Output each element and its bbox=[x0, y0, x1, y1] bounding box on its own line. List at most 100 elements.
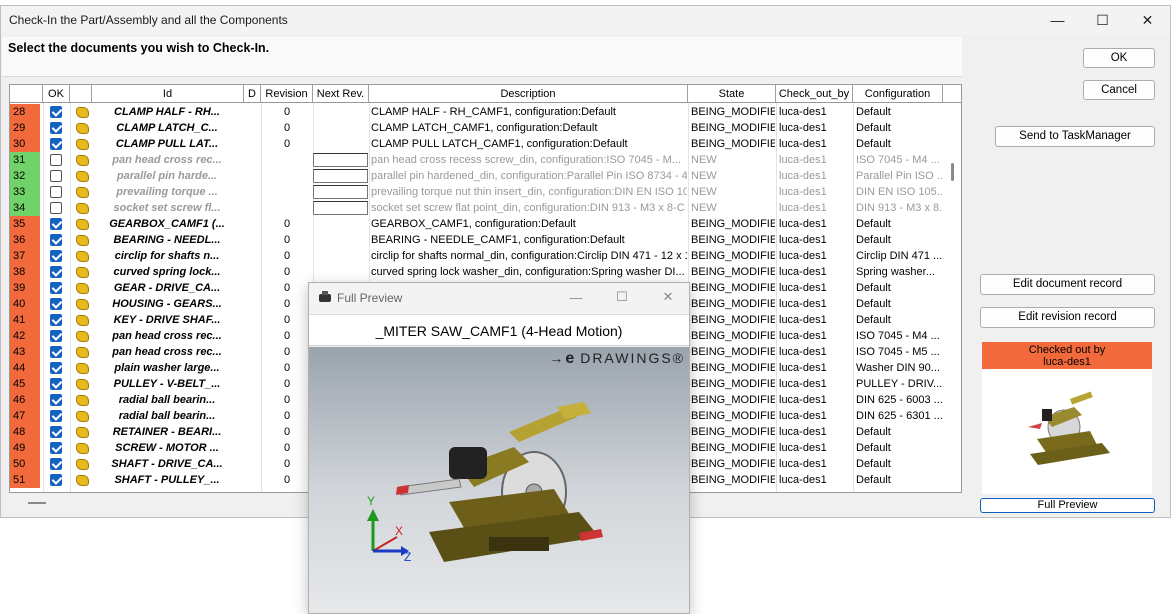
scrollbar-thumb[interactable] bbox=[951, 163, 954, 181]
ok-checkbox[interactable] bbox=[44, 184, 68, 200]
ok-checkbox[interactable] bbox=[44, 168, 68, 184]
ok-checkbox[interactable] bbox=[44, 232, 68, 248]
ok-checkbox[interactable] bbox=[44, 376, 68, 392]
ok-checkbox[interactable] bbox=[44, 408, 68, 424]
full-preview-button[interactable]: Full Preview bbox=[980, 498, 1155, 513]
ok-checkbox[interactable] bbox=[44, 424, 68, 440]
ok-checkbox[interactable] bbox=[44, 264, 68, 280]
table-row[interactable]: 37 circlip for shafts n... 0 circlip for sh… bbox=[10, 248, 944, 264]
next-rev-input[interactable] bbox=[313, 169, 368, 183]
checkbox-icon[interactable] bbox=[50, 106, 62, 118]
checkbox-icon[interactable] bbox=[50, 474, 62, 486]
ok-checkbox[interactable] bbox=[44, 440, 68, 456]
col-icon[interactable] bbox=[70, 85, 92, 103]
checkbox-icon[interactable] bbox=[50, 378, 62, 390]
vertical-scrollbar[interactable] bbox=[943, 103, 961, 492]
row-id: radial ball bearin... bbox=[118, 410, 216, 422]
checkbox-icon[interactable] bbox=[50, 202, 62, 214]
close-icon[interactable]: ✕ bbox=[1125, 6, 1170, 34]
row-number: 36 bbox=[10, 232, 40, 248]
checkbox-icon[interactable] bbox=[50, 330, 62, 342]
row-next-rev[interactable] bbox=[313, 184, 368, 200]
col-configuration[interactable]: Configuration bbox=[853, 85, 943, 103]
checkbox-icon[interactable] bbox=[50, 186, 62, 198]
preview-minimize-icon[interactable]: — bbox=[553, 283, 599, 311]
table-row[interactable]: 31 pan head cross rec... pan head cross re… bbox=[10, 152, 944, 168]
checkbox-icon[interactable] bbox=[50, 266, 62, 278]
row-next-rev[interactable] bbox=[313, 152, 368, 168]
checkbox-icon[interactable] bbox=[50, 426, 62, 438]
checkbox-icon[interactable] bbox=[50, 154, 62, 166]
checkbox-icon[interactable] bbox=[50, 122, 62, 134]
checkbox-icon[interactable] bbox=[50, 218, 62, 230]
checkbox-icon[interactable] bbox=[50, 346, 62, 358]
col-id[interactable]: Id bbox=[92, 85, 244, 103]
3d-viewport[interactable]: →e DRAWINGS® Y X Z bbox=[309, 347, 689, 613]
ok-checkbox[interactable] bbox=[44, 296, 68, 312]
row-next-rev[interactable] bbox=[313, 200, 368, 216]
checkbox-icon[interactable] bbox=[50, 394, 62, 406]
table-row[interactable]: 35 GEARBOX_CAMF1 (... 0 GEARBOX_CAMF1, conf… bbox=[10, 216, 944, 232]
table-row[interactable]: 34 socket set screw fl... socket set screw… bbox=[10, 200, 944, 216]
checkbox-icon[interactable] bbox=[50, 250, 62, 262]
checkbox-icon[interactable] bbox=[50, 314, 62, 326]
ok-checkbox[interactable] bbox=[44, 344, 68, 360]
ok-checkbox[interactable] bbox=[44, 312, 68, 328]
table-row[interactable]: 29 CLAMP LATCH_C... 0 CLAMP LATCH_CAMF1, co… bbox=[10, 120, 944, 136]
checkbox-icon[interactable] bbox=[50, 410, 62, 422]
table-row[interactable]: 36 BEARING - NEEDL... 0 BEARING - NEEDLE_CA… bbox=[10, 232, 944, 248]
ok-checkbox[interactable] bbox=[44, 136, 68, 152]
col-description[interactable]: Description bbox=[369, 85, 688, 103]
preview-close-icon[interactable]: ✕ bbox=[645, 283, 691, 311]
checkbox-icon[interactable] bbox=[50, 170, 62, 182]
ok-checkbox[interactable] bbox=[44, 152, 68, 168]
title-bar: Check-In the Part/Assembly and all the C… bbox=[1, 6, 1170, 34]
table-row[interactable]: 33 prevailing torque ... prevailing torque… bbox=[10, 184, 944, 200]
table-row[interactable]: 32 parallel pin harde... parallel pin hard… bbox=[10, 168, 944, 184]
ok-checkbox[interactable] bbox=[44, 200, 68, 216]
table-row[interactable]: 30 CLAMP PULL LAT... 0 CLAMP PULL LATCH_CAM… bbox=[10, 136, 944, 152]
ok-checkbox[interactable] bbox=[44, 216, 68, 232]
edit-revision-record-button[interactable]: Edit revision record bbox=[980, 307, 1155, 328]
col-revision[interactable]: Revision bbox=[261, 85, 313, 103]
cancel-button[interactable]: Cancel bbox=[1083, 80, 1155, 100]
send-to-taskmanager-button[interactable]: Send to TaskManager bbox=[995, 126, 1155, 147]
ok-checkbox[interactable] bbox=[44, 392, 68, 408]
checkbox-icon[interactable] bbox=[50, 458, 62, 470]
horizontal-scrollbar[interactable] bbox=[28, 502, 46, 504]
next-rev-input[interactable] bbox=[313, 153, 368, 167]
col-state[interactable]: State bbox=[688, 85, 776, 103]
checkbox-icon[interactable] bbox=[50, 298, 62, 310]
ok-checkbox[interactable] bbox=[44, 456, 68, 472]
table-row[interactable]: 38 curved spring lock... 0 curved spring lo… bbox=[10, 264, 944, 280]
col-check-out-by[interactable]: Check_out_by bbox=[776, 85, 853, 103]
row-next-rev[interactable] bbox=[313, 168, 368, 184]
col-number[interactable] bbox=[10, 85, 43, 103]
col-d[interactable]: D bbox=[244, 85, 261, 103]
edit-document-record-button[interactable]: Edit document record bbox=[980, 274, 1155, 295]
next-rev-input[interactable] bbox=[313, 201, 368, 215]
ok-button[interactable]: OK bbox=[1083, 48, 1155, 68]
checkbox-icon[interactable] bbox=[50, 234, 62, 246]
col-next-rev[interactable]: Next Rev. bbox=[313, 85, 369, 103]
assembly-icon bbox=[72, 200, 92, 216]
ok-checkbox[interactable] bbox=[44, 248, 68, 264]
ok-checkbox[interactable] bbox=[44, 104, 68, 120]
col-ok[interactable]: OK bbox=[43, 85, 70, 103]
minimize-icon[interactable]: — bbox=[1035, 6, 1080, 34]
table-row[interactable]: 28 CLAMP HALF - RH... 0 CLAMP HALF - RH_CAM… bbox=[10, 104, 944, 120]
checkbox-icon[interactable] bbox=[50, 138, 62, 150]
row-description: CLAMP LATCH_CAMF1, configuration:Default bbox=[371, 122, 598, 134]
checkbox-icon[interactable] bbox=[50, 442, 62, 454]
ok-checkbox[interactable] bbox=[44, 472, 68, 488]
checkbox-icon[interactable] bbox=[50, 282, 62, 294]
next-rev-input[interactable] bbox=[313, 185, 368, 199]
ok-checkbox[interactable] bbox=[44, 280, 68, 296]
ok-checkbox[interactable] bbox=[44, 328, 68, 344]
checkbox-icon[interactable] bbox=[50, 362, 62, 374]
ok-checkbox[interactable] bbox=[44, 120, 68, 136]
preview-maximize-icon[interactable]: ☐ bbox=[599, 283, 645, 311]
row-configuration: DIN 625 - 6003 ... bbox=[856, 394, 942, 406]
maximize-icon[interactable]: ☐ bbox=[1080, 6, 1125, 34]
ok-checkbox[interactable] bbox=[44, 360, 68, 376]
